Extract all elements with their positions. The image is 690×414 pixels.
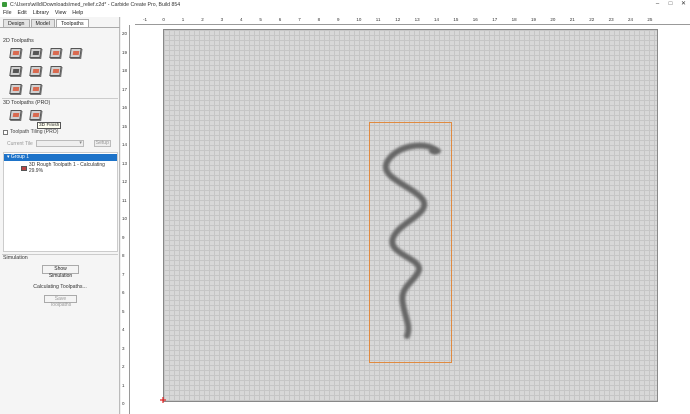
close-button[interactable]: ✕ [677, 0, 690, 9]
group-label: Group 1 [10, 154, 29, 160]
3d-rough-icon [21, 165, 27, 171]
toolpath-group[interactable]: ▾ Group 1 [4, 154, 117, 161]
ruler-top: -1 0 1 2 3 4 5 6 7 8 9 10 11 12 13 14 15 16 17 18 19 20 21 22 23… [135, 17, 690, 25]
title-bar: C:\Users\willd\Downloads\med_relief.c2d*… [0, 0, 690, 9]
rough-2d-toolpath-icon[interactable] [9, 84, 22, 94]
ruler-top-label: 21 [569, 17, 575, 22]
drill-toolpath-icon[interactable] [49, 48, 62, 58]
ruler-top-label: 23 [608, 17, 614, 22]
toolpath-item-label: 3D Rough Toolpath 1 - Calculating 29.9% [28, 162, 105, 174]
ruler-left-label: 6 [122, 290, 125, 295]
ruler-left-label: 3 [122, 345, 125, 351]
ruler-top-label: 20 [550, 17, 556, 22]
chamfer-toolpath-icon[interactable] [9, 66, 22, 76]
pocket-toolpath-icon[interactable] [29, 48, 42, 58]
ruler-top-label: 4 [240, 17, 243, 22]
ruler-left-label: 12 [122, 179, 128, 184]
contour-toolpath-icon[interactable] [9, 48, 22, 58]
tooltip: 3D Finish [37, 122, 62, 129]
show-simulation-button[interactable]: Show Simulation [42, 265, 79, 279]
texture-toolpath-icon[interactable] [49, 66, 62, 76]
ruler-top-label: 19 [531, 17, 537, 22]
section-2d-toolpaths: 2D Toolpaths [3, 38, 34, 44]
ruler-left-label: 4 [122, 327, 125, 332]
tab-divider [0, 27, 120, 28]
toolpath-tree: ▾ Group 1 3D Rough Toolpath 1 - Calculat… [3, 152, 118, 252]
ruler-left-label: 16 [122, 105, 128, 110]
toolpath-item[interactable]: 3D Rough Toolpath 1 - Calculating 29.9% [21, 162, 117, 174]
menu-library[interactable]: Library [33, 10, 49, 16]
ruler-left-label: 9 [122, 234, 125, 240]
ruler-top-label: 15 [453, 17, 459, 22]
ruler-top-label: 18 [511, 17, 517, 22]
calculating-status: Calculating Toolpaths... [33, 284, 87, 290]
current-tile-row: Current Tile Setup [7, 140, 111, 147]
toolpath-tiling-label: Toolpath Tiling (PRO) [10, 129, 59, 135]
section-3d-toolpaths: 3D Toolpaths (PRO) [3, 100, 51, 106]
window-controls: – □ ✕ [651, 0, 690, 9]
toolpath-tiling-row[interactable]: Toolpath Tiling (PRO) [3, 129, 58, 135]
finish-2d-toolpath-icon[interactable] [29, 84, 42, 94]
ruler-left-label: 7 [122, 271, 125, 277]
setup-button[interactable]: Setup [93, 140, 111, 147]
ruler-top-label: 8 [317, 17, 321, 22]
simulation-heading: Simulation [3, 255, 28, 261]
ruler-left-label: 11 [122, 197, 127, 203]
vcarve-toolpath-icon[interactable] [69, 48, 82, 58]
ruler-top-label: -1 [143, 17, 148, 22]
ruler-left-label: 13 [122, 160, 128, 166]
ruler-left-label: 19 [122, 49, 128, 55]
minimize-button[interactable]: – [651, 0, 664, 9]
ruler-top-label: 22 [589, 17, 595, 22]
ruler-top-label: 11 [375, 17, 381, 22]
ruler-left-label: 2 [122, 364, 125, 369]
ruler-top-label: 3 [220, 17, 224, 22]
menu-edit[interactable]: Edit [18, 10, 27, 16]
ruler-top-label: 17 [492, 17, 498, 22]
ruler-left: 20 19 18 17 16 15 14 13 12 11 10 9 8 7 6 5 4 3 2 1 0 [121, 25, 130, 414]
ruler-left-label: 15 [122, 123, 128, 129]
ruler-left-label: 14 [122, 142, 128, 147]
section-divider [2, 98, 118, 99]
ruler-left-label: 10 [122, 216, 128, 221]
menu-view[interactable]: View [55, 10, 66, 16]
advanced-vcarve-toolpath-icon[interactable] [29, 66, 42, 76]
save-toolpaths-button[interactable]: Save Toolpaths [44, 295, 77, 308]
menu-help[interactable]: Help [72, 10, 83, 16]
ruler-left-label: 0 [122, 401, 125, 406]
ruler-top-label: 6 [278, 17, 282, 22]
app-icon [2, 2, 7, 7]
ruler-top-label: 7 [298, 17, 301, 22]
ruler-top-label: 13 [414, 17, 420, 22]
3d-finish-toolpath-icon[interactable] [29, 110, 42, 120]
ruler-top-label: 2 [201, 17, 204, 22]
ruler-top-label: 9 [337, 17, 340, 22]
ruler-top-label: 1 [181, 17, 185, 22]
ruler-left-label: 5 [122, 308, 125, 314]
ruler-top-label: 10 [356, 17, 362, 22]
ruler-left-label: 20 [122, 31, 128, 36]
menu-bar: File Edit Library View Help [0, 9, 690, 17]
ruler-left-label: 1 [122, 382, 125, 388]
selection-bounding-box [369, 122, 452, 363]
maximize-button[interactable]: □ [664, 0, 677, 9]
current-tile-select[interactable] [35, 140, 84, 147]
menu-file[interactable]: File [3, 10, 12, 16]
current-tile-label: Current Tile [7, 140, 33, 147]
ruler-left-label: 17 [122, 86, 128, 92]
ruler-left-label: 18 [122, 68, 128, 73]
window-title: C:\Users\willd\Downloads\med_relief.c2d*… [10, 1, 181, 8]
3d-rough-toolpath-icon[interactable] [9, 110, 22, 120]
origin-marker-icon [160, 397, 166, 403]
ruler-top-label: 16 [472, 17, 478, 22]
ruler-top-label: 0 [162, 17, 165, 22]
ruler-top-label: 14 [434, 17, 440, 22]
toolpath-tiling-checkbox[interactable] [3, 129, 8, 135]
ruler-top-label: 25 [647, 17, 653, 22]
ruler-top-label: 12 [395, 17, 401, 22]
ruler-top-label: 5 [259, 17, 262, 22]
ruler-left-label: 8 [122, 253, 125, 258]
ruler-top-label: 24 [628, 17, 634, 22]
